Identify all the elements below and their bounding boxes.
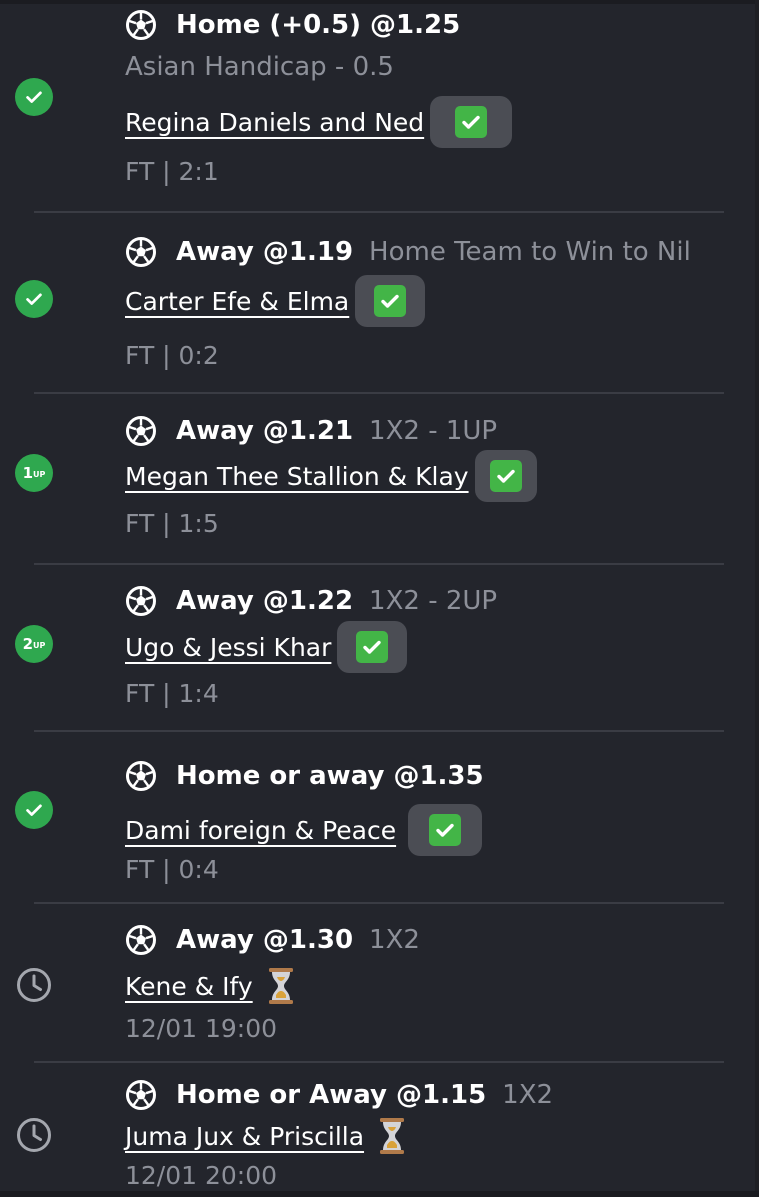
soccer-ball-icon <box>126 237 156 267</box>
soccer-ball-icon <box>126 10 156 40</box>
bet-item[interactable]: 1 UP Away @1.21 1X2 - 1UP Megan Thee Stal… <box>0 394 759 565</box>
result-badge <box>430 96 513 148</box>
market-label: Asian Handicap - 0.5 <box>125 52 394 82</box>
event-row: Regina Daniels and Ned <box>125 96 513 148</box>
pick-row: Away @1.30 1X2 <box>125 921 420 959</box>
event-link[interactable]: Dami foreign & Peace <box>125 816 396 845</box>
pick-label: Away @1.21 <box>176 416 354 446</box>
result-text: FT | 2:1 <box>125 157 219 186</box>
bet-item[interactable]: Home (+0.5) @1.25 Asian Handicap - 0.5 R… <box>0 0 759 213</box>
result-text: FT | 1:5 <box>125 509 219 538</box>
status-up-suffix: UP <box>33 469 46 479</box>
pick-row: Away @1.22 1X2 - 2UP <box>125 582 497 620</box>
won-status-icon <box>15 78 53 116</box>
event-link[interactable]: Juma Jux & Priscilla <box>125 1122 364 1151</box>
event-link[interactable]: Megan Thee Stallion & Klay <box>125 462 469 491</box>
pick-row: Home or away @1.35 <box>125 757 484 795</box>
event-link[interactable]: Carter Efe & Elma <box>125 287 349 316</box>
pick-row: Away @1.21 1X2 - 1UP <box>125 412 497 450</box>
event-row: Juma Jux & Priscilla <box>125 1113 406 1159</box>
event-row: Dami foreign & Peace <box>125 804 483 856</box>
result-badge <box>355 275 426 327</box>
result-badge <box>474 450 537 502</box>
market-label: Home Team to Win to Nil <box>369 237 691 267</box>
soccer-ball-icon <box>126 761 156 791</box>
pick-label: Home or away @1.35 <box>176 761 484 791</box>
pick-label: Away @1.30 <box>176 925 354 955</box>
pick-row: Home (+0.5) @1.25 <box>125 6 460 44</box>
bet-item[interactable]: Home or away @1.35 Dami foreign & Peace … <box>0 732 759 904</box>
market-label: 1X2 - 1UP <box>369 416 498 446</box>
bet-item[interactable]: Home or Away @1.15 1X2 Juma Jux & Prisci… <box>0 1063 759 1197</box>
green-check-emoji-icon <box>429 814 462 846</box>
event-row: Carter Efe & Elma <box>125 275 426 327</box>
event-link[interactable]: Ugo & Jessi Khar <box>125 633 331 662</box>
bet-item[interactable]: Away @1.30 1X2 Kene & Ify 12/01 19:00 <box>0 904 759 1063</box>
soccer-ball-icon <box>126 416 156 446</box>
clock-icon <box>15 966 53 1004</box>
market-label: 1X2 <box>502 1080 554 1110</box>
result-text: 12/01 20:00 <box>125 1161 278 1190</box>
event-row: Ugo & Jessi Khar <box>125 621 408 673</box>
soccer-ball-icon <box>126 1080 156 1110</box>
event-link[interactable]: Regina Daniels and Ned <box>125 108 424 137</box>
pick-label: Away @1.22 <box>176 586 354 616</box>
pick-label: Home or Away @1.15 <box>176 1080 487 1110</box>
two-up-status-icon: 2 UP <box>15 625 53 663</box>
event-link[interactable]: Kene & Ify <box>125 972 253 1001</box>
status-up-number: 1 <box>22 463 34 482</box>
market-label: 1X2 - 2UP <box>369 586 498 616</box>
green-check-emoji-icon <box>374 285 407 317</box>
green-check-emoji-icon <box>356 631 389 663</box>
won-status-icon <box>15 280 53 318</box>
result-badge <box>337 621 408 673</box>
bet-slip: Home (+0.5) @1.25 Asian Handicap - 0.5 R… <box>0 0 759 1197</box>
green-check-emoji-icon <box>489 460 522 492</box>
result-text: 12/01 19:00 <box>125 1014 278 1043</box>
status-up-suffix: UP <box>33 640 46 650</box>
event-row: Megan Thee Stallion & Klay <box>125 450 537 502</box>
status-up-number: 2 <box>22 634 34 653</box>
result-text: FT | 1:4 <box>125 679 219 708</box>
event-row: Kene & Ify <box>125 962 295 1010</box>
pick-row: Away @1.19 Home Team to Win to Nil <box>125 233 691 271</box>
bet-item[interactable]: Away @1.19 Home Team to Win to Nil Carte… <box>0 213 759 394</box>
result-text: FT | 0:4 <box>125 855 219 884</box>
pick-row: Home or Away @1.15 1X2 <box>125 1076 553 1114</box>
pick-label: Away @1.19 <box>176 237 354 267</box>
soccer-ball-icon <box>126 925 156 955</box>
market-label: 1X2 <box>369 925 420 955</box>
bet-item[interactable]: 2 UP Away @1.22 1X2 - 2UP Ugo & Jessi Kha… <box>0 565 759 732</box>
green-check-emoji-icon <box>455 106 488 138</box>
result-badge <box>408 804 483 856</box>
hourglass-icon <box>268 968 293 1004</box>
soccer-ball-icon <box>126 586 156 616</box>
pick-label: Home (+0.5) @1.25 <box>176 10 461 40</box>
hourglass-icon <box>380 1118 405 1154</box>
result-text: FT | 0:2 <box>125 341 219 370</box>
won-status-icon <box>15 791 53 829</box>
clock-icon <box>15 1116 53 1154</box>
one-up-status-icon: 1 UP <box>15 454 53 492</box>
